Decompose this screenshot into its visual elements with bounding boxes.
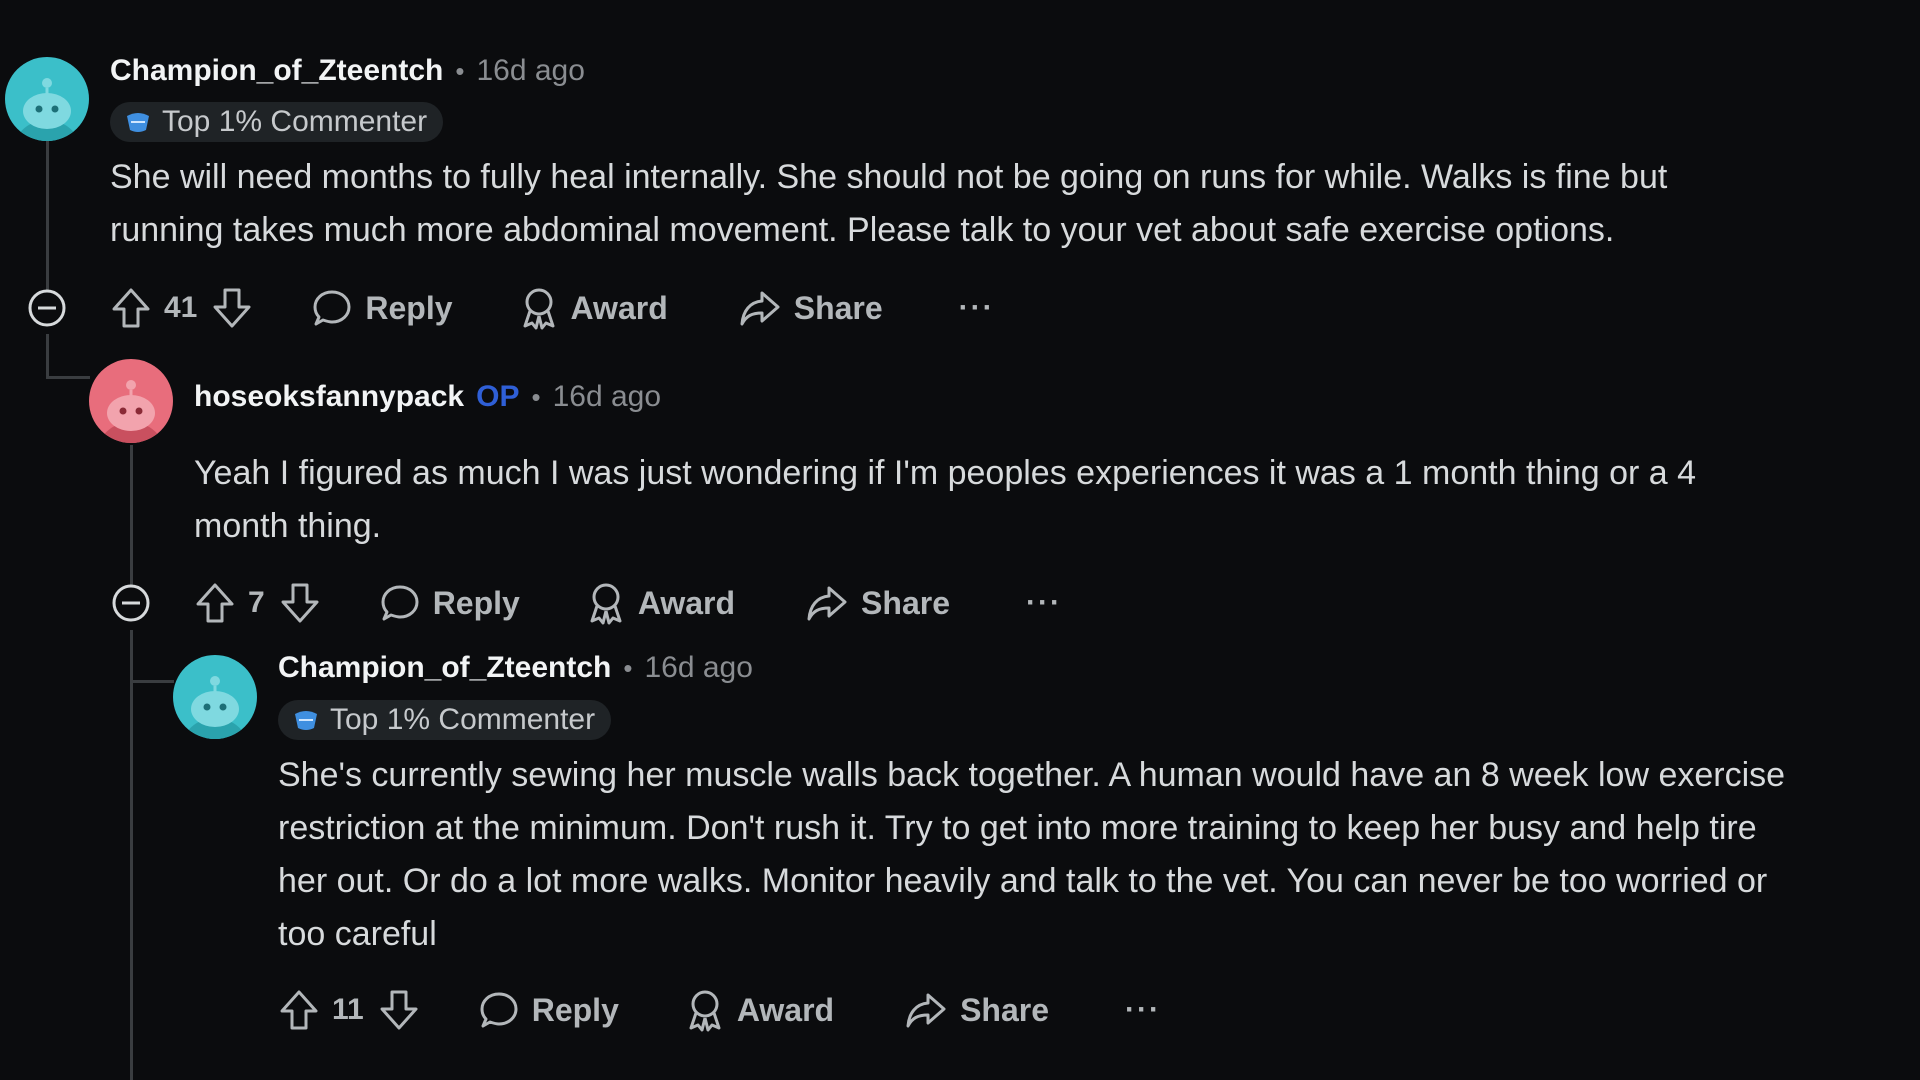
- username[interactable]: Champion_of_Zteentch: [278, 651, 611, 685]
- comment-meta: Champion_of_Zteentch • 16d ago: [278, 651, 753, 685]
- separator-dot: •: [623, 653, 633, 683]
- award-button[interactable]: Award: [685, 988, 834, 1032]
- comment-body-line: too careful: [278, 915, 437, 953]
- reply-button[interactable]: Reply: [478, 989, 619, 1031]
- comment-actions: 11 Reply Award Share ···: [278, 982, 1161, 1038]
- chat-bubble-icon: [478, 989, 520, 1031]
- flair-label: Top 1% Commenter: [330, 703, 596, 736]
- share-label: Share: [960, 991, 1050, 1028]
- snoo-avatar-icon: [173, 655, 257, 739]
- comment-body-line: her out. Or do a lot more walks. Monitor…: [278, 862, 1768, 900]
- upvote-icon[interactable]: [278, 988, 320, 1032]
- reply-label: Reply: [531, 991, 619, 1028]
- comment-3: Champion_of_Zteentch • 16d ago Top 1% Co…: [0, 0, 1920, 1080]
- award-ribbon-icon: [685, 988, 725, 1032]
- award-label: Award: [736, 991, 835, 1028]
- share-arrow-icon: [904, 990, 948, 1030]
- comment-thread: Champion_of_Zteentch • 16d ago Top 1% Co…: [0, 0, 1920, 1080]
- commenter-badge-icon: [292, 708, 320, 732]
- comment-body-line: restriction at the minimum. Don't rush i…: [278, 809, 1757, 847]
- more-options-button[interactable]: ···: [1125, 993, 1161, 1027]
- timestamp[interactable]: 16d ago: [644, 651, 752, 685]
- share-button[interactable]: Share: [904, 990, 1049, 1030]
- user-flair: Top 1% Commenter: [278, 700, 612, 740]
- comment-body-line: She's currently sewing her muscle walls …: [278, 756, 1786, 794]
- avatar[interactable]: [173, 655, 257, 739]
- vote-score: 11: [332, 993, 364, 1026]
- downvote-icon[interactable]: [378, 988, 420, 1032]
- comment-body: She's currently sewing her muscle walls …: [278, 749, 1785, 961]
